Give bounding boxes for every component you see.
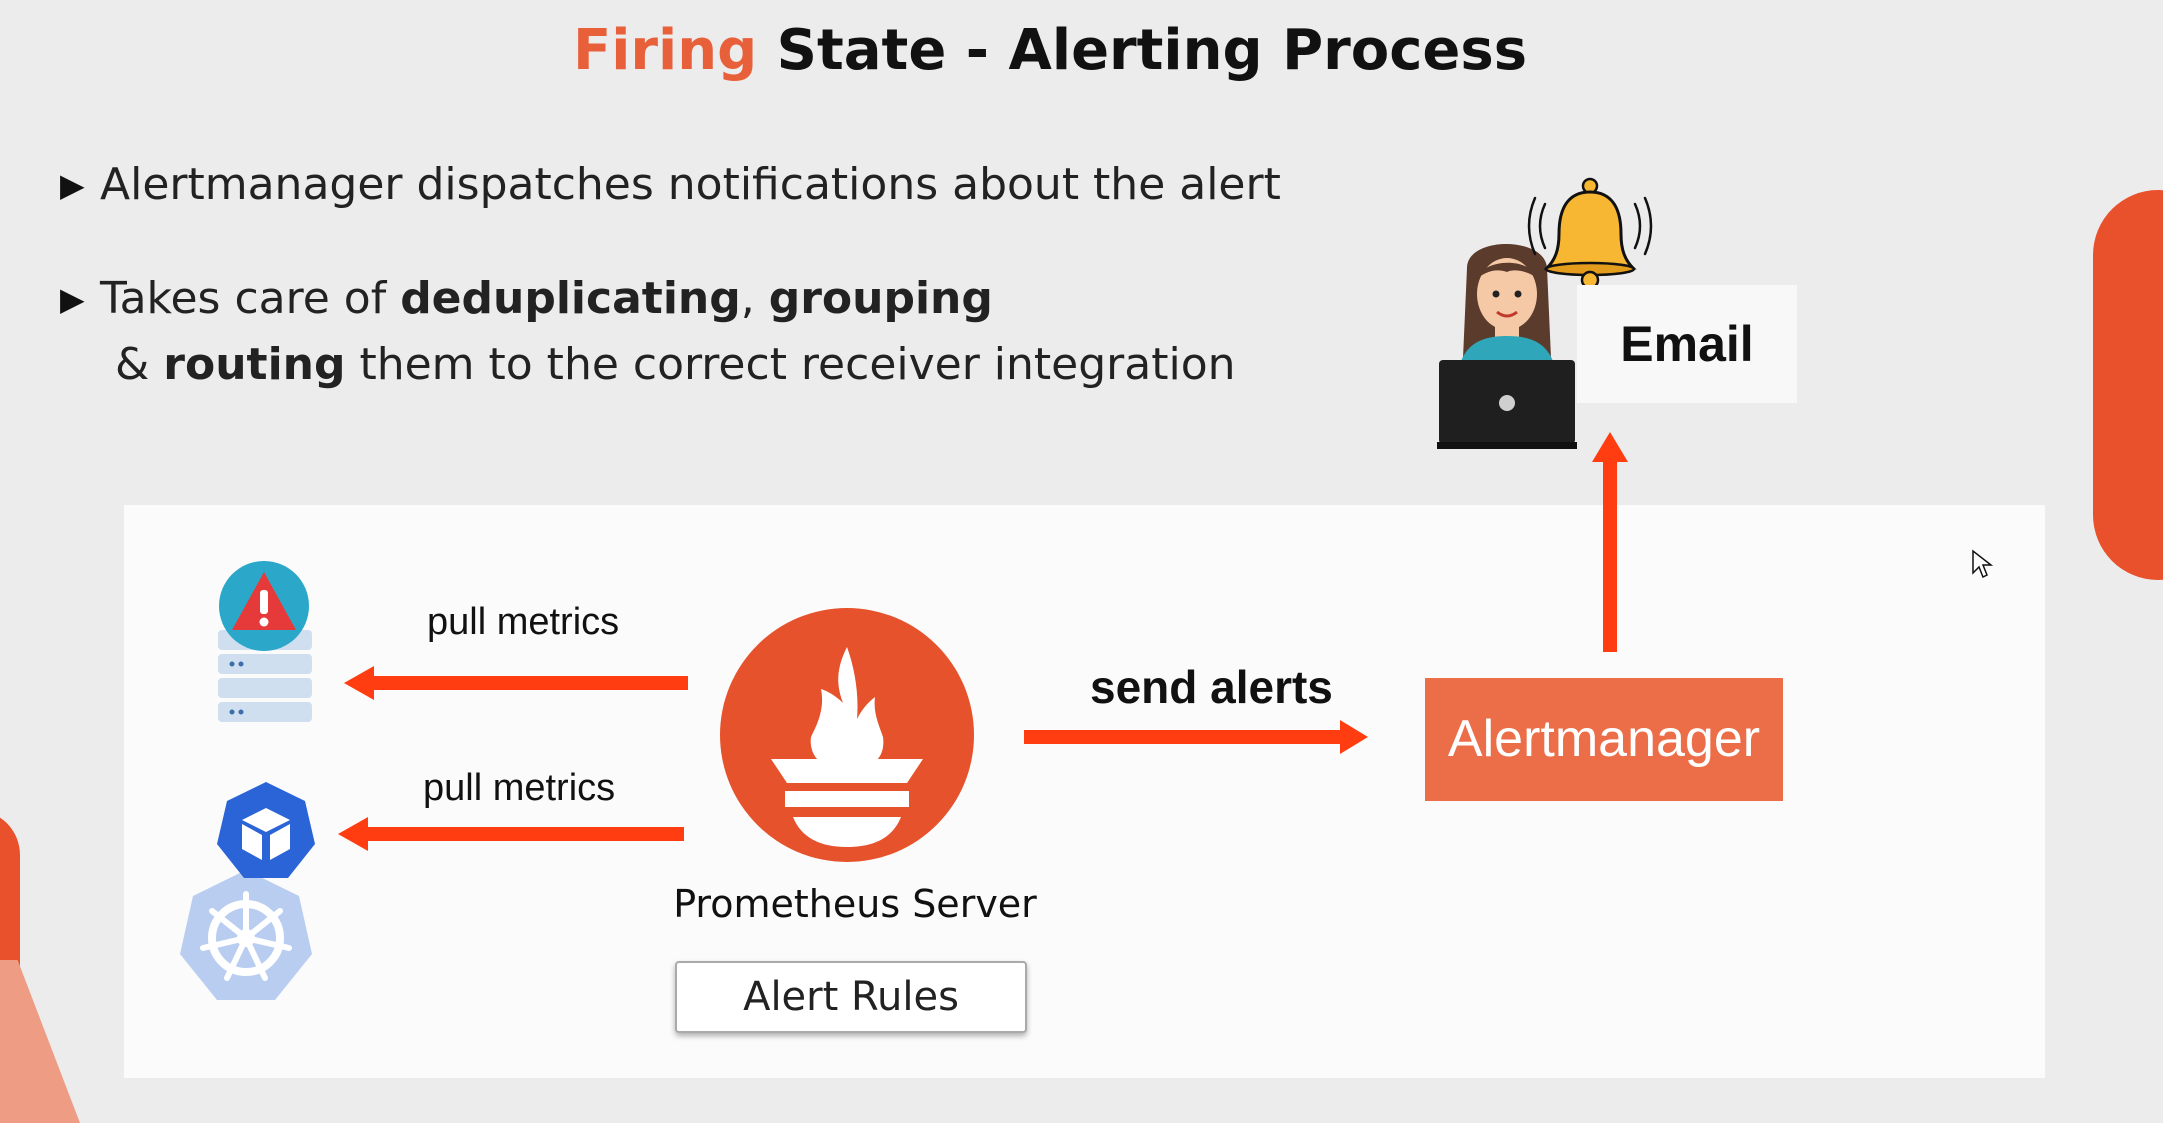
alertmanager-box: Alertmanager — [1425, 678, 1783, 801]
bell-icon — [1527, 177, 1653, 290]
alert-rules-box: Alert Rules — [675, 961, 1027, 1033]
pull-metrics-label-bottom: pull metrics — [423, 767, 616, 809]
prometheus-server-label: Prometheus Server — [673, 882, 1037, 926]
pull-arrow-top — [344, 666, 688, 700]
server-alert-icon — [218, 561, 312, 722]
kubernetes-icon — [180, 782, 315, 1000]
send-arrow — [1024, 720, 1368, 754]
send-alerts-label: send alerts — [1090, 661, 1333, 713]
notify-arrow-up — [1592, 432, 1628, 652]
arrows-layer — [338, 432, 1628, 851]
pull-metrics-label-top: pull metrics — [427, 601, 620, 643]
mouse-cursor-icon — [1972, 549, 1994, 579]
prometheus-logo-icon — [720, 608, 974, 862]
email-box: Email — [1577, 285, 1797, 403]
slide: Firing State - Alerting Process ▶ Alertma… — [0, 0, 2163, 1123]
pull-arrow-bottom — [338, 817, 684, 851]
